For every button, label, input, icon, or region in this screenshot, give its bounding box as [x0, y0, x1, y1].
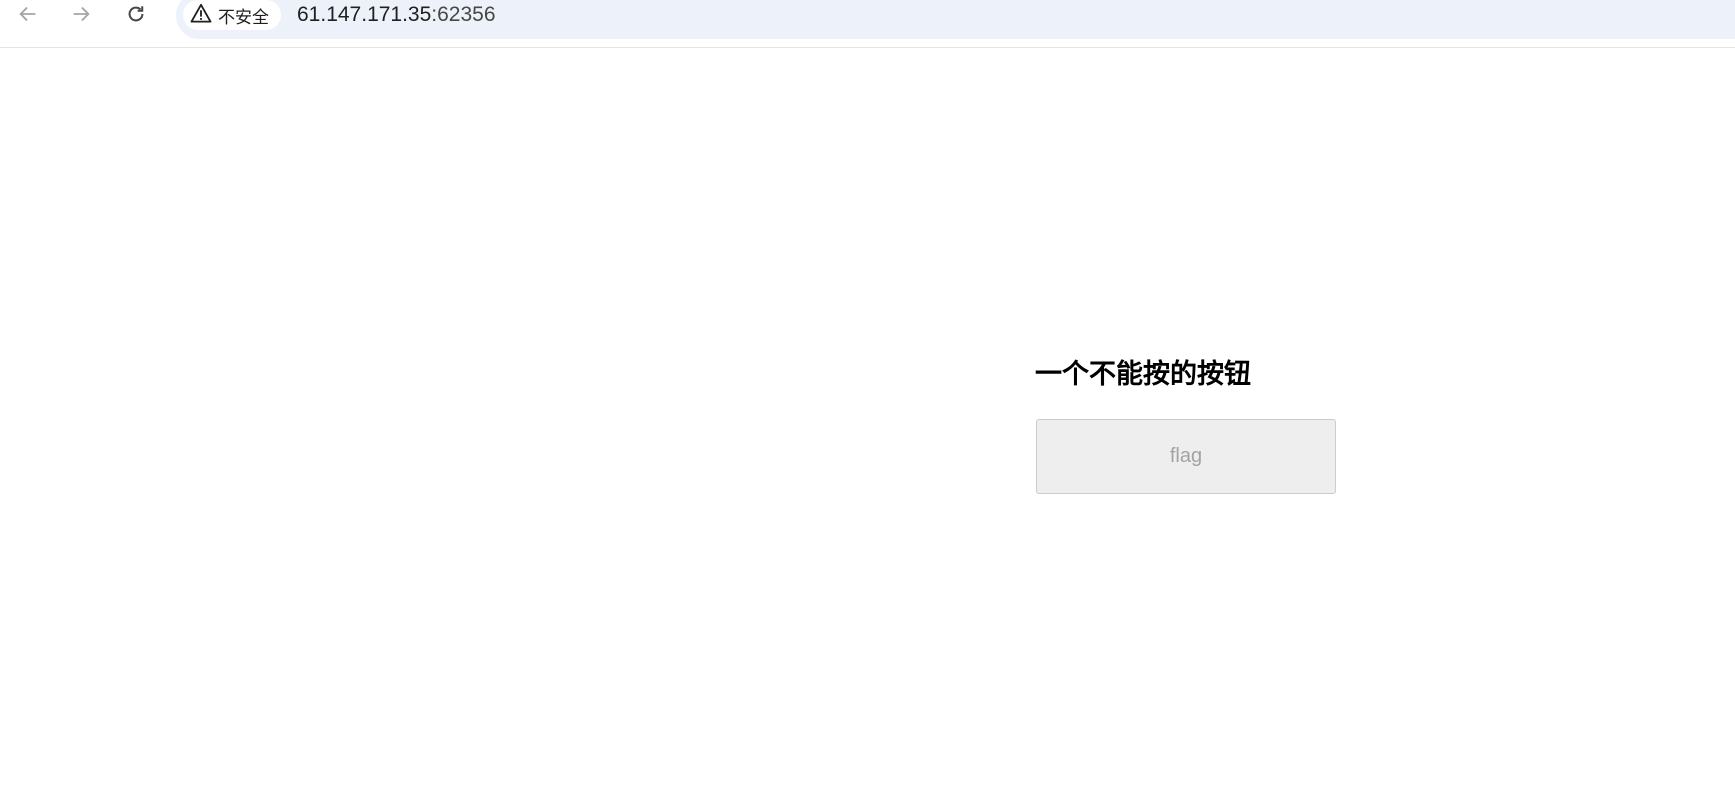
url-text[interactable]: 61.147.171.35:62356 [297, 1, 496, 29]
reload-button[interactable] [119, 0, 153, 28]
security-indicator[interactable]: 不安全 [183, 0, 281, 30]
forward-button[interactable] [64, 0, 98, 28]
url-port: :62356 [431, 3, 496, 26]
browser-toolbar: 不安全 61.147.171.35:62356 [0, 0, 1735, 48]
arrow-right-icon [70, 3, 92, 25]
arrow-left-icon [17, 3, 39, 25]
url-host: 61.147.171.35 [297, 3, 432, 26]
flag-button[interactable]: flag [1036, 419, 1336, 494]
back-button[interactable] [11, 0, 45, 28]
security-label: 不安全 [218, 7, 269, 28]
page-heading: 一个不能按的按钮 [1035, 359, 1251, 390]
page-content: 一个不能按的按钮 flag [0, 48, 1735, 803]
warning-triangle-icon [190, 3, 218, 28]
reload-icon [125, 3, 147, 25]
